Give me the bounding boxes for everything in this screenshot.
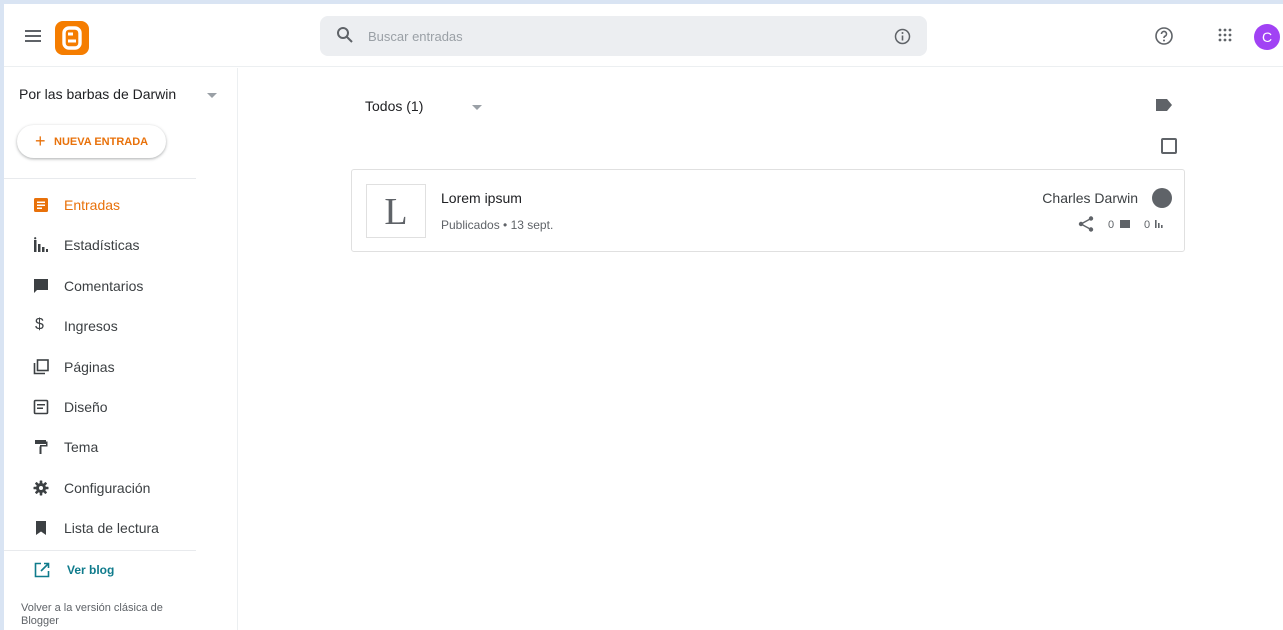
view-count: 0 [1144,219,1151,231]
view-blog-label: Ver blog [67,563,115,577]
post-author: Charles Darwin [1042,190,1138,206]
sidebar-item-lista-de-lectura[interactable]: Lista de lectura [4,510,234,546]
divider [4,550,196,551]
author-avatar [1152,188,1172,208]
comment-icon [1120,220,1130,228]
comment-icon [33,278,49,294]
posts-icon [33,197,49,213]
post-title[interactable]: Lorem ipsum [441,190,522,206]
sidebar-item-configuracion[interactable]: Configuración [4,470,234,506]
sidebar-item-label: Configuración [64,480,151,496]
search-input[interactable] [368,16,868,56]
sidebar-item-estadisticas[interactable]: Estadísticas [4,227,234,263]
sidebar-item-entradas[interactable]: Entradas [4,187,234,223]
sidebar-item-label: Páginas [64,359,115,375]
divider [4,178,196,179]
new-post-button[interactable]: + NUEVA ENTRADA [17,125,166,158]
filter-label: Todos (1) [365,98,424,114]
classic-version-link[interactable]: Volver a la versión clásica de Blogger [21,602,191,628]
sidebar-item-tema[interactable]: Tema [4,429,234,465]
sidebar-item-comentarios[interactable]: Comentarios [4,268,234,304]
open-in-new-icon [34,562,50,583]
top-bar: C [4,4,1283,67]
sidebar-item-label: Estadísticas [64,237,140,253]
sidebar: Por las barbas de Darwin + NUEVA ENTRADA… [4,68,238,630]
chevron-down-icon [472,105,482,110]
sidebar-item-label: Lista de lectura [64,520,159,536]
sidebar-item-label: Entradas [64,197,121,213]
blog-selector[interactable]: Por las barbas de Darwin [19,86,219,110]
plus-icon: + [35,131,46,151]
new-post-label: NUEVA ENTRADA [54,136,149,148]
sidebar-item-paginas[interactable]: Páginas [4,349,234,385]
search-bar [320,16,927,56]
apps-grid-icon[interactable] [1218,28,1232,47]
help-icon[interactable] [1154,26,1174,51]
chevron-down-icon [207,93,217,98]
blog-name: Por las barbas de Darwin [19,86,177,102]
sidebar-item-label: Diseño [64,399,108,415]
share-icon[interactable] [1078,216,1094,235]
stats-icon [33,237,49,253]
post-status-date: Publicados • 13 sept. [441,218,554,232]
menu-icon[interactable] [25,30,41,42]
paint-roller-icon [33,439,49,455]
sidebar-item-label: Tema [64,439,99,455]
sidebar-item-ingresos[interactable]: $ Ingresos [4,308,234,344]
search-icon[interactable] [336,26,354,49]
comment-count: 0 [1108,219,1115,231]
app-frame: C Por las barbas de Darwin + NUEVA ENTRA… [4,4,1283,630]
bookmark-icon [33,520,49,536]
pages-icon [33,359,49,375]
account-avatar[interactable]: C [1254,24,1280,50]
info-icon[interactable] [894,28,911,50]
dollar-icon: $ [35,316,44,333]
sidebar-item-label: Ingresos [64,318,118,334]
layout-icon [33,399,49,415]
stats-icon [1155,218,1165,231]
post-thumbnail: L [366,184,426,238]
sidebar-item-diseno[interactable]: Diseño [4,389,234,425]
post-row[interactable]: L Lorem ipsum Publicados • 13 sept. Char… [351,169,1185,252]
blogger-logo[interactable] [55,21,89,55]
label-icon[interactable] [1156,98,1172,116]
gear-icon [33,480,49,496]
post-stats: 0 0 [1078,216,1182,232]
view-blog-link[interactable]: Ver blog [4,552,234,588]
post-filter-dropdown[interactable]: Todos (1) [365,98,505,122]
select-all-checkbox[interactable] [1161,138,1177,154]
sidebar-item-label: Comentarios [64,278,144,294]
